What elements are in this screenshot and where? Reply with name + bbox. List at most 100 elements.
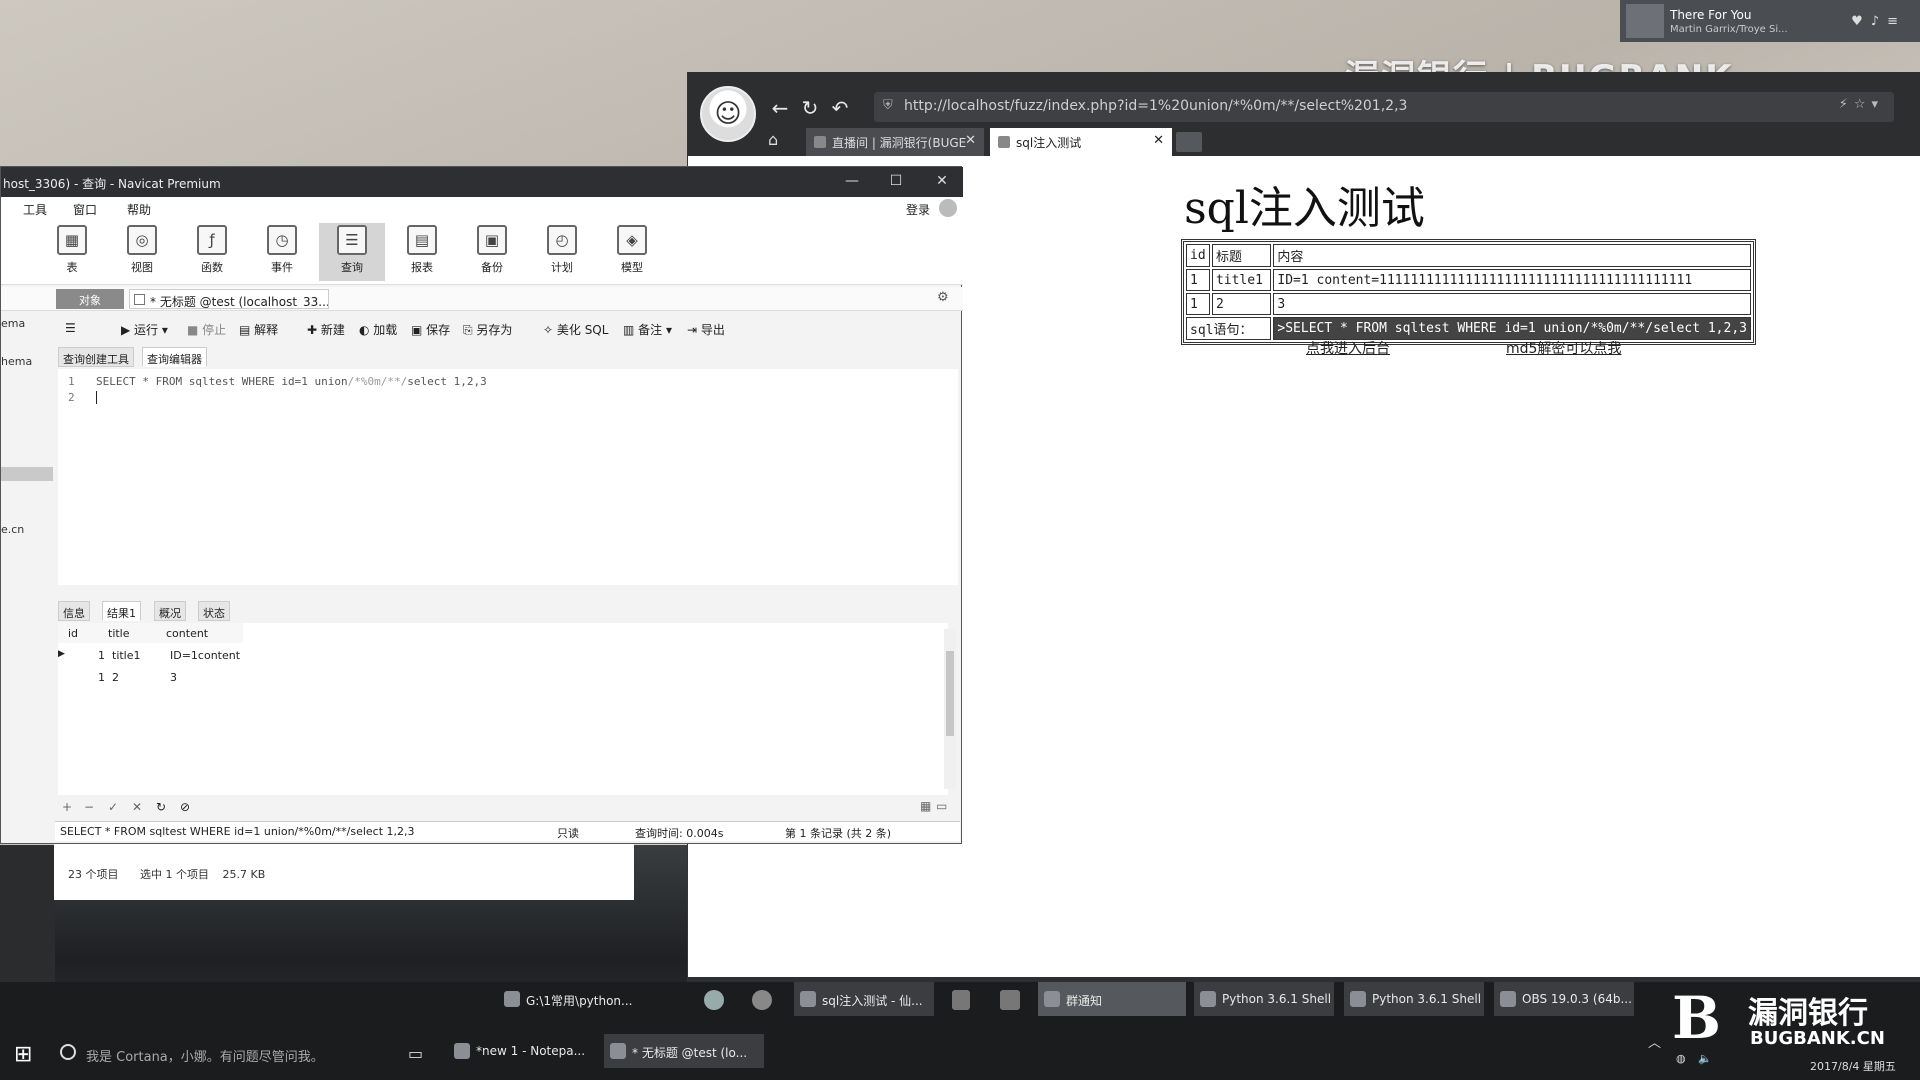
login-link[interactable]: 登录	[906, 201, 930, 218]
bugbank-b-icon: B	[1672, 984, 1722, 1052]
taskbar-notepad[interactable]: *new 1 - Notepa...	[448, 1034, 598, 1068]
load-button[interactable]: ◐ 加载	[359, 321, 397, 338]
tray-expand-icon[interactable]: ︿	[1648, 1032, 1661, 1051]
undo-icon[interactable]: ↶	[826, 94, 854, 122]
ribbon-model-button[interactable]: ◈ 模型	[599, 223, 665, 281]
taskbar-python-shell-2[interactable]: Python 3.6.1 Shell	[1344, 982, 1484, 1016]
stop-button[interactable]: ■ 停止	[187, 321, 226, 338]
tab-status[interactable]: 状态	[198, 601, 230, 621]
taskbar-browser[interactable]: sql注入测试 - 仙...	[794, 982, 934, 1016]
ribbon-event-button[interactable]: ◷ 事件	[249, 223, 315, 281]
schema-label[interactable]: hema	[1, 355, 32, 368]
refresh-icon[interactable]: ↻	[156, 800, 166, 814]
column-header-title[interactable]: title	[108, 623, 130, 643]
add-record-icon[interactable]: +	[62, 800, 72, 814]
table-cell: title1	[1211, 269, 1272, 291]
close-icon[interactable]: ✕	[965, 133, 976, 148]
connection-icon[interactable]: ⚙	[937, 290, 949, 305]
taskbar-explorer[interactable]: G:\1常用\python...	[498, 982, 688, 1016]
table-row[interactable]: 1 2 3	[58, 667, 243, 687]
grid-cell[interactable]: ID=1content	[170, 645, 240, 665]
apply-icon[interactable]: ✓	[108, 800, 118, 814]
windows-start-icon[interactable]: ⊞	[14, 1042, 32, 1067]
connection-label[interactable]: e.cn	[1, 523, 24, 536]
ribbon-backup-button[interactable]: ▣ 备份	[459, 223, 525, 281]
app-icon[interactable]	[952, 990, 970, 1010]
tab-info[interactable]: 信息	[58, 601, 90, 621]
ribbon-view-button[interactable]: ◎ 视图	[109, 223, 175, 281]
ribbon-function-button[interactable]: ƒ 函数	[179, 223, 245, 281]
sql-editor[interactable]: 1 2 SELECT * FROM sqltest WHERE id=1 uni…	[58, 369, 958, 585]
heart-icon[interactable]: ♥	[1851, 14, 1871, 29]
grid-cell[interactable]: 3	[170, 667, 177, 687]
table-row[interactable]: ▶ 1 title1 ID=1content	[58, 645, 243, 665]
new-button[interactable]: ✚ 新建	[307, 321, 345, 338]
column-header-content[interactable]: content	[166, 623, 208, 643]
settings-app-icon[interactable]	[1000, 990, 1020, 1010]
address-bar-actions[interactable]: ⚡☆▾	[1839, 97, 1884, 112]
music-player[interactable]: There For You Martin Garrix/Troye Si... …	[1620, 0, 1920, 42]
scrollbar-thumb[interactable]	[946, 651, 954, 736]
ribbon-table-button[interactable]: ▦ 表	[39, 223, 105, 281]
save-as-button[interactable]: ⎘ 另存为	[463, 321, 512, 338]
task-view-icon[interactable]: ▭	[408, 1044, 423, 1063]
tab-result1[interactable]: 结果1	[102, 601, 141, 621]
taskbar-python-shell-1[interactable]: Python 3.6.1 Shell	[1194, 982, 1334, 1016]
taskbar-obs[interactable]: OBS 19.0.3 (64b...	[1494, 982, 1634, 1016]
run-button[interactable]: ▶ 运行 ▾	[121, 321, 168, 338]
tab-profile[interactable]: 概况	[154, 601, 186, 621]
tab-query-builder[interactable]: 查询创建工具	[58, 347, 134, 367]
form-view-icon[interactable]: ▭	[936, 799, 947, 813]
menu-icon[interactable]: ≡	[1887, 14, 1906, 29]
menu-tools[interactable]: 工具	[23, 201, 47, 218]
taskbar-group-notice[interactable]: 群通知	[1038, 982, 1186, 1016]
back-icon[interactable]: ←	[766, 94, 794, 122]
user-icon[interactable]	[939, 199, 957, 217]
export-button[interactable]: ⇥ 导出	[687, 321, 725, 338]
menu-window[interactable]: 窗口	[73, 201, 97, 218]
tab-query-editor[interactable]: 查询编辑器	[142, 347, 207, 367]
new-tab-button[interactable]	[1176, 132, 1202, 152]
chrome-icon[interactable]	[752, 990, 772, 1010]
column-header-id[interactable]: id	[68, 623, 78, 643]
tab-live[interactable]: 直播间 | 漏洞银行(BUGE ✕	[806, 128, 984, 156]
taskbar-navicat[interactable]: * 无标题 @test (lo...	[604, 1034, 764, 1068]
ribbon-query-button[interactable]: ☰ 查询	[319, 223, 385, 281]
grid-cell[interactable]: 1	[98, 667, 105, 687]
result-scrollbar[interactable]	[944, 629, 956, 789]
tab-query[interactable]: * 无标题 @test (localhost_33...	[129, 289, 329, 309]
address-bar[interactable]: ⛨ http://localhost/fuzz/index.php?id=1%2…	[874, 92, 1894, 122]
explain-button[interactable]: ▤ 解释	[239, 321, 278, 338]
md5-link[interactable]: md5解密可以点我	[1506, 338, 1621, 358]
firefox-icon[interactable]	[704, 990, 724, 1010]
close-icon[interactable]: ✕	[1153, 133, 1164, 148]
volume-icon[interactable]: ♪	[1871, 14, 1887, 29]
grid-cell[interactable]: 2	[112, 667, 119, 687]
beautify-sql-button[interactable]: ✧ 美化 SQL	[543, 321, 608, 338]
cortana-search[interactable]: 我是 Cortana，小娜。有问题尽管问我。	[56, 1034, 406, 1074]
tab-objects[interactable]: 对象	[56, 289, 124, 309]
stop-icon[interactable]: ⊘	[180, 800, 190, 814]
schema-label[interactable]: ema	[1, 317, 25, 330]
grid-view-icon[interactable]: ▦	[920, 799, 931, 813]
window-titlebar[interactable]: host_3306) - 查询 - Navicat Premium — ☐ ✕	[1, 167, 963, 197]
minimize-icon[interactable]: —	[837, 173, 867, 189]
grid-cell[interactable]: title1	[112, 645, 141, 665]
ribbon-schedule-button[interactable]: ◴ 计划	[529, 223, 595, 281]
ribbon-report-button[interactable]: ▤ 报表	[389, 223, 455, 281]
maximize-icon[interactable]: ☐	[881, 173, 911, 189]
grid-cell[interactable]: 1	[98, 645, 105, 665]
home-icon[interactable]: ⌂	[768, 130, 790, 152]
save-button[interactable]: ▣ 保存	[411, 321, 450, 338]
refresh-icon[interactable]: ↻	[796, 94, 824, 122]
menu-help[interactable]: 帮助	[127, 201, 151, 218]
delete-record-icon[interactable]: −	[84, 800, 94, 814]
close-icon[interactable]: ✕	[927, 173, 957, 189]
menu-icon[interactable]: ☰	[65, 321, 76, 335]
discard-icon[interactable]: ✕	[132, 800, 142, 814]
admin-link[interactable]: 点我进入后台	[1306, 338, 1390, 358]
comment-button[interactable]: ▥ 备注 ▾	[623, 321, 672, 338]
user-avatar[interactable]: ☺	[700, 86, 756, 142]
player-controls[interactable]: ♥♪≡	[1851, 14, 1906, 29]
tab-sql-test[interactable]: sql注入测试 ✕	[990, 128, 1172, 156]
